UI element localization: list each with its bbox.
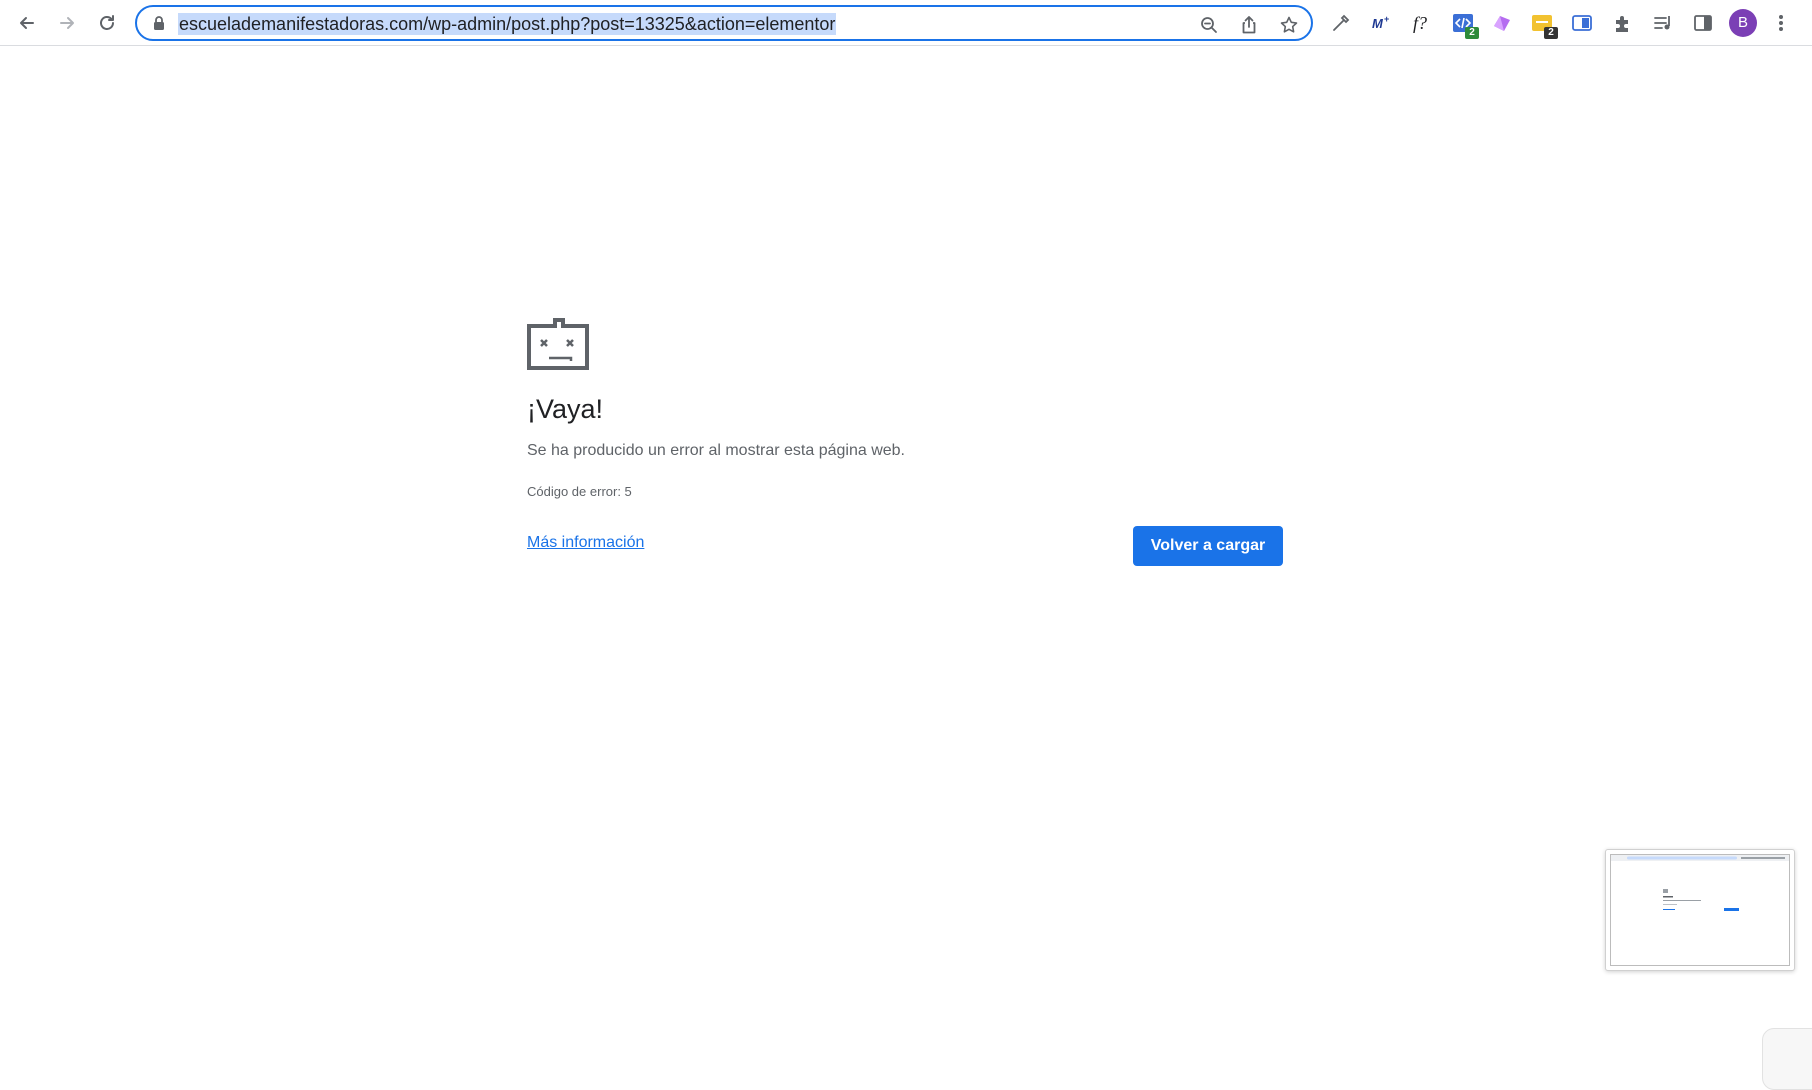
- reload-page-button[interactable]: Volver a cargar: [1133, 526, 1283, 566]
- side-panel-button[interactable]: [1691, 11, 1715, 35]
- address-bar[interactable]: escuelademanifestadoras.com/wp-admin/pos…: [135, 5, 1313, 41]
- bookmark-star-icon: [1280, 16, 1298, 33]
- media-queue-button[interactable]: [1651, 11, 1675, 35]
- code-extension-badge: 2: [1465, 27, 1479, 39]
- kebab-menu-icon: [1779, 15, 1783, 31]
- screenshot-thumbnail[interactable]: [1605, 849, 1795, 971]
- svg-text:+: +: [1384, 14, 1389, 24]
- svg-text:f?: f?: [1413, 13, 1427, 33]
- error-code: Código de error: 5: [527, 484, 632, 499]
- extensions-button[interactable]: [1611, 11, 1635, 35]
- forward-button[interactable]: [51, 7, 83, 39]
- m-plus-icon: M +: [1372, 14, 1389, 31]
- profile-avatar[interactable]: B: [1729, 9, 1757, 37]
- share-button[interactable]: [1238, 14, 1260, 36]
- media-queue-icon: [1654, 16, 1670, 30]
- error-message: Se ha producido un error al mostrar esta…: [527, 442, 905, 459]
- blue-panel-icon: [1572, 15, 1592, 31]
- more-info-link[interactable]: Más información: [527, 534, 644, 552]
- purple-extension[interactable]: [1490, 11, 1514, 35]
- eyedropper-extension[interactable]: [1329, 11, 1353, 35]
- puzzle-icon: [1616, 16, 1628, 32]
- reload-nav-button[interactable]: [91, 7, 123, 39]
- m-plus-extension[interactable]: M +: [1369, 11, 1393, 35]
- forward-arrow-icon: [60, 17, 74, 29]
- thumbnail-preview-graphic: [1611, 855, 1789, 911]
- purple-gem-icon: [1494, 16, 1510, 31]
- browser-menu-button[interactable]: [1773, 11, 1789, 35]
- bookmark-button[interactable]: [1278, 14, 1300, 36]
- reload-icon: [100, 15, 114, 30]
- lock-icon[interactable]: [151, 15, 167, 31]
- eyedropper-icon: [1333, 14, 1350, 31]
- browser-toolbar: escuelademanifestadoras.com/wp-admin/pos…: [0, 0, 1812, 46]
- yellow-extension-badge: 2: [1544, 27, 1558, 39]
- zoom-icon: [1201, 17, 1217, 33]
- back-button[interactable]: [11, 7, 43, 39]
- code-extension[interactable]: 2: [1451, 11, 1479, 39]
- function-icon: f?: [1413, 13, 1427, 33]
- svg-text:M: M: [1372, 16, 1384, 31]
- yellow-extension[interactable]: 2: [1530, 11, 1558, 39]
- function-extension[interactable]: f?: [1410, 11, 1434, 35]
- url-text[interactable]: escuelademanifestadoras.com/wp-admin/pos…: [178, 13, 837, 35]
- floating-corner-widget[interactable]: [1762, 1028, 1812, 1090]
- share-icon: [1242, 16, 1256, 34]
- sad-folder-icon: [527, 318, 589, 370]
- back-arrow-icon: [20, 17, 34, 29]
- side-panel-icon: [1694, 15, 1712, 31]
- thumbnail-image: [1610, 854, 1790, 966]
- error-title: ¡Vaya!: [527, 394, 604, 424]
- zoom-button[interactable]: [1198, 14, 1220, 36]
- blue-panel-extension[interactable]: [1570, 11, 1594, 35]
